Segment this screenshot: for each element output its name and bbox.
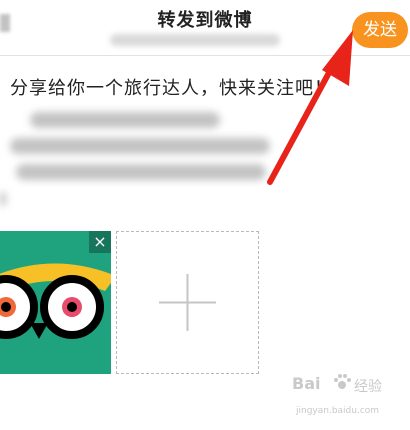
watermark-brand: Bai [292, 374, 321, 393]
red-arrow-annotation [267, 30, 353, 185]
baidu-jingyan-watermark: Bai 经验 jingyan.baidu.com [292, 374, 404, 426]
watermark-brand-cn: 经验 [354, 379, 382, 395]
watermark-url: jingyan.baidu.com [296, 406, 380, 416]
paw-icon [334, 374, 351, 389]
